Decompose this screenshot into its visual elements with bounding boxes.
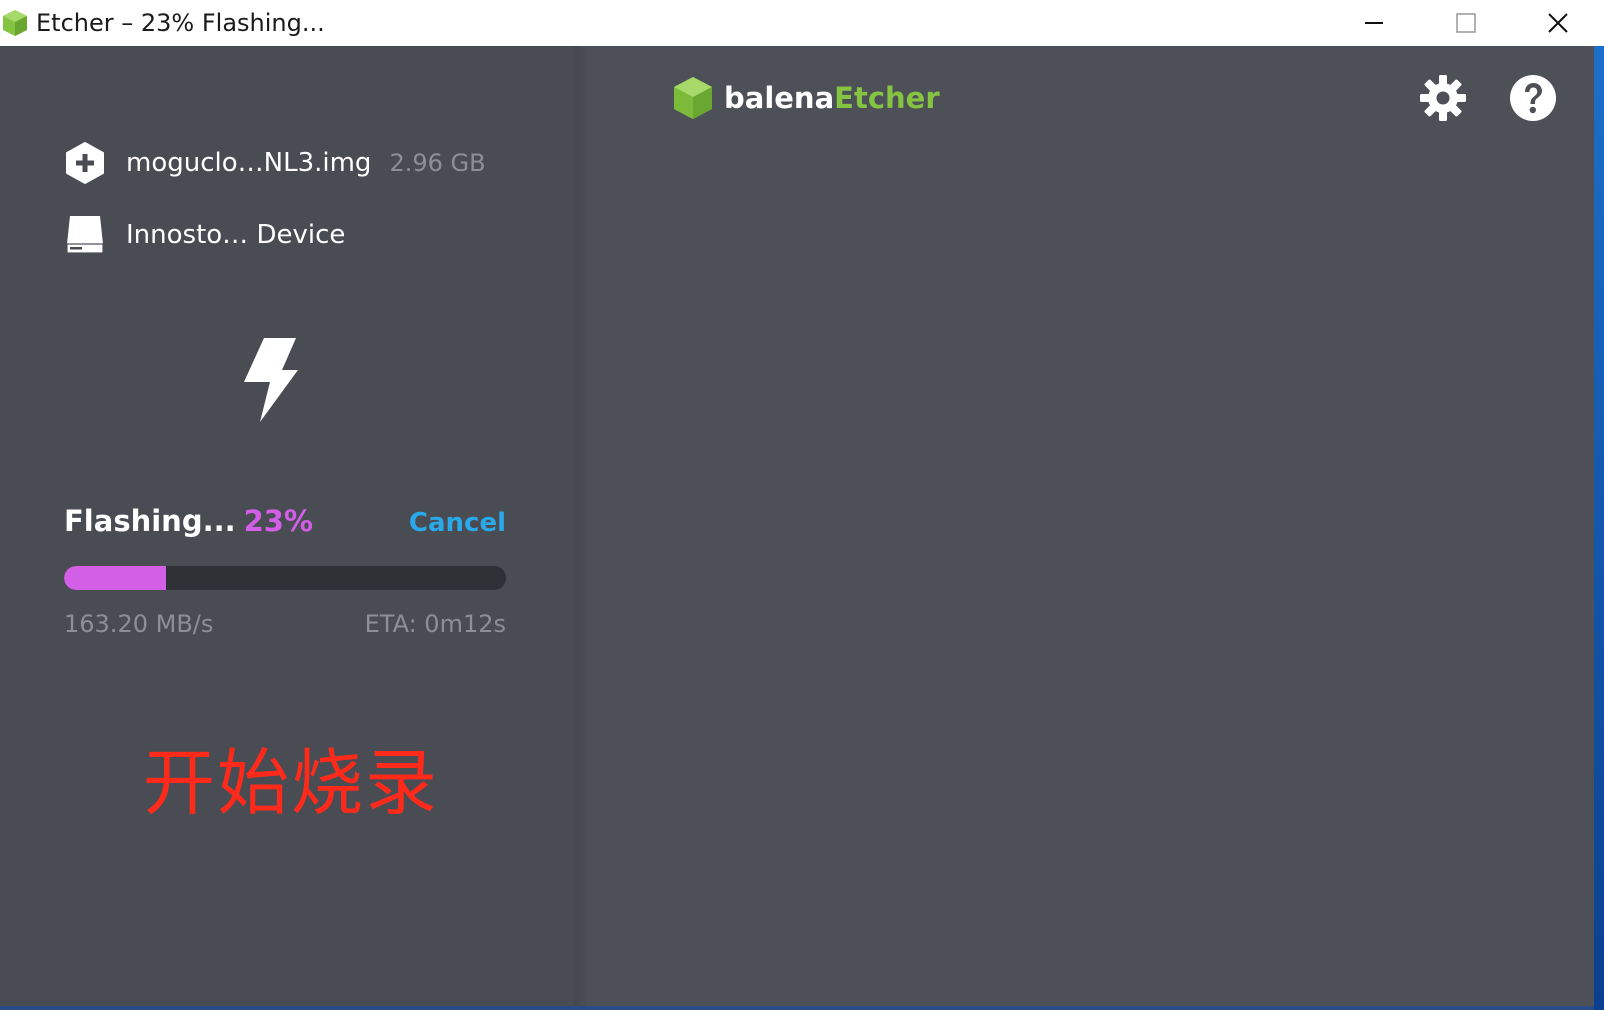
image-file-size: 2.96 GB <box>389 149 486 177</box>
flash-speed: 163.20 MB/s <box>64 610 214 638</box>
window-controls <box>1328 0 1604 46</box>
maximize-button[interactable] <box>1420 0 1512 46</box>
plus-hexagon-icon <box>64 142 106 184</box>
drive-icon <box>64 214 106 256</box>
progress-header: Flashing... 23% Cancel <box>64 504 506 544</box>
brand-text-balena: balena <box>724 81 835 115</box>
brand-text-etcher: Etcher <box>834 81 940 115</box>
pane-divider <box>574 46 588 1010</box>
flash-status: Flashing... 23% <box>64 504 313 538</box>
help-icon[interactable] <box>1508 73 1558 123</box>
flash-percent: 23% <box>243 504 314 538</box>
annotation-overlay: 开始烧录 <box>143 741 440 825</box>
drive-selection[interactable]: Innosto… Device <box>64 214 345 256</box>
progress-bar <box>64 566 506 590</box>
window-title: Etcher – 23% Flashing... <box>36 9 325 37</box>
flash-status-text: Flashing... <box>64 504 236 538</box>
cancel-button[interactable]: Cancel <box>409 508 506 538</box>
minimize-button[interactable] <box>1328 0 1420 46</box>
maximize-icon <box>1456 13 1476 33</box>
taskbar-edge <box>0 1006 1594 1010</box>
close-button[interactable] <box>1512 0 1604 46</box>
etcher-app-icon <box>3 10 27 36</box>
gear-icon[interactable] <box>1418 73 1468 123</box>
lightning-bolt-icon <box>244 338 298 422</box>
flash-eta: ETA: 0m12s <box>364 610 506 638</box>
drive-name: Innosto… Device <box>126 220 346 250</box>
image-selection[interactable]: moguclo…NL3.img 2.96 GB <box>64 142 486 184</box>
brand-logo: balena Etcher <box>672 76 940 120</box>
close-icon <box>1548 13 1568 33</box>
desktop-edge <box>1594 46 1604 1010</box>
balena-cube-icon <box>674 77 712 119</box>
image-file-name: moguclo…NL3.img <box>126 148 372 178</box>
window-titlebar: Etcher – 23% Flashing... <box>0 0 1604 46</box>
minimize-icon <box>1365 22 1383 24</box>
progress-bar-fill <box>64 566 166 590</box>
